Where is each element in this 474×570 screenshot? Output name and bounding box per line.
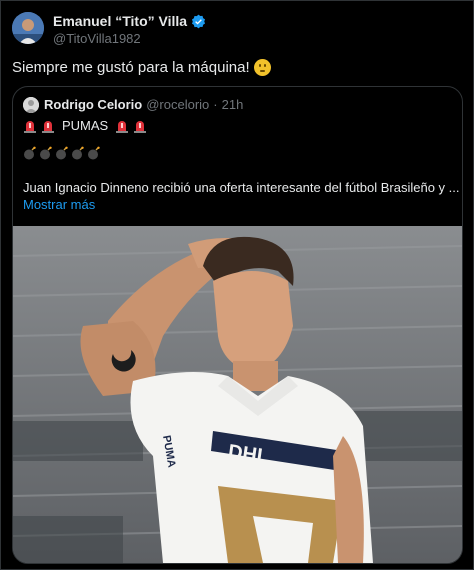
quoted-text: Juan Ignacio Dinneno recibió una oferta … [23,180,460,195]
tweet-text-row: Siempre me gustó para la máquina! [12,59,271,76]
quoted-author-name[interactable]: Rodrigo Celorio [44,97,142,112]
siren-icon [133,119,147,133]
verified-badge-icon [192,14,206,28]
bomb-icon [39,146,53,160]
quoted-author-handle[interactable]: @rocelorio [146,97,209,112]
show-more-link[interactable]: Mostrar más [23,197,95,212]
quoted-time[interactable]: 21h [222,97,244,112]
quoted-tweet[interactable]: Rodrigo Celorio @rocelorio · 21h PUMAS J… [12,86,463,564]
bomb-icon [23,146,37,160]
siren-icon [115,119,129,133]
author-avatar[interactable] [12,12,44,44]
bomb-icon [87,146,101,160]
tweet-text: Siempre me gustó para la máquina! [12,59,250,76]
siren-icon [23,119,37,133]
meta-separator: · [213,97,218,112]
quoted-author-avatar[interactable] [23,97,39,113]
quoted-line1-text: PUMAS [62,118,109,133]
siren-icon [41,119,55,133]
player-saluting-image: DHL PUMA [13,226,462,563]
author-handle[interactable]: @TitoVilla1982 [53,31,141,46]
bomb-icon [55,146,69,160]
bomb-row [23,146,101,160]
author-name[interactable]: Emanuel “Tito” Villa [53,13,187,29]
confused-face-emoji [253,59,271,76]
bomb-icon [71,146,85,160]
tweet-photo[interactable]: DHL PUMA [13,226,462,563]
